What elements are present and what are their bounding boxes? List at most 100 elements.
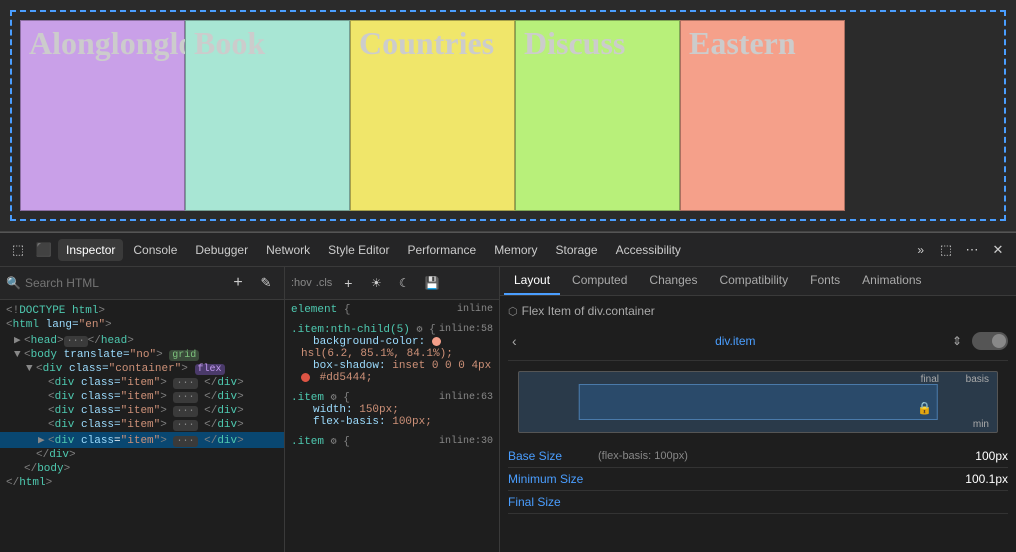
split-panel-icon[interactable]: ⬚ bbox=[934, 238, 958, 262]
more-tab-label: » bbox=[917, 243, 924, 257]
add-style-icon[interactable]: + bbox=[336, 271, 360, 295]
devtools-panel: ⬚ ⬛ Inspector Console Debugger Network S… bbox=[0, 232, 1016, 552]
tab-style-editor[interactable]: Style Editor bbox=[320, 239, 397, 261]
network-tab-label: Network bbox=[266, 243, 310, 257]
html-panel: 🔍 + ✎ <!DOCTYPE html> <html lang="en"> ▶… bbox=[0, 267, 285, 552]
tree-line-html-close[interactable]: </html> bbox=[0, 476, 284, 490]
tree-line-item4[interactable]: <div class="item"> ··· </div> bbox=[0, 418, 284, 432]
tree-line-html[interactable]: <html lang="en"> bbox=[0, 318, 284, 332]
tree-line-doctype[interactable]: <!DOCTYPE html> bbox=[0, 304, 284, 318]
tree-line-div-close[interactable]: </div> bbox=[0, 448, 284, 462]
base-size-label: Base Size bbox=[508, 449, 598, 463]
tree-line-item3[interactable]: <div class="item"> ··· </div> bbox=[0, 404, 284, 418]
final-size-row: Final Size bbox=[508, 491, 1008, 514]
styles-toolbar: :hov .cls + ☀ ☾ 💾 bbox=[285, 267, 499, 300]
box-model-area: final basis 🔒 min bbox=[518, 371, 998, 433]
tab-performance[interactable]: Performance bbox=[399, 239, 484, 261]
storage-tab-label: Storage bbox=[556, 243, 598, 257]
tab-accessibility[interactable]: Accessibility bbox=[608, 239, 689, 261]
pick-node-icon[interactable]: ✎ bbox=[254, 271, 278, 295]
tree-line-head[interactable]: ▶<head>···</head> bbox=[0, 332, 284, 348]
style-editor-tab-label: Style Editor bbox=[328, 243, 389, 257]
accessibility-tab-label: Accessibility bbox=[616, 243, 681, 257]
console-tab-label: Console bbox=[133, 243, 177, 257]
styles-panel: :hov .cls + ☀ ☾ 💾 element { inline .item… bbox=[285, 267, 500, 552]
tab-memory[interactable]: Memory bbox=[486, 239, 545, 261]
flex-item-e: Eastern bbox=[680, 20, 845, 211]
tab-computed[interactable]: Computed bbox=[562, 267, 637, 295]
debugger-tab-label: Debugger bbox=[195, 243, 248, 257]
flex-item-title: Flex Item of div.container bbox=[522, 304, 655, 318]
tree-line-item5[interactable]: ▶<div class="item"> ··· </div> bbox=[0, 432, 284, 448]
item-label-e: Eastern bbox=[681, 21, 844, 66]
toolbar-actions: ⬚ ⋯ ✕ bbox=[934, 238, 1010, 262]
overflow-icon[interactable]: ⋯ bbox=[960, 238, 984, 262]
item-label-d: Discuss bbox=[516, 21, 679, 66]
flex-item-section-header: ⬡ Flex Item of div.container bbox=[508, 304, 1008, 318]
min-size-label: Minimum Size bbox=[508, 472, 598, 486]
label-min: min bbox=[973, 419, 989, 430]
dark-theme-icon[interactable]: ☾ bbox=[392, 271, 416, 295]
nth-child-rule: .item:nth-child(5) ⚙ {inline:58 backgrou… bbox=[291, 324, 493, 384]
flex-item-d: Discuss bbox=[515, 20, 680, 211]
tree-line-container[interactable]: ▼<div class="container"> flex bbox=[0, 362, 284, 376]
pick-element-icon[interactable]: ⬚ bbox=[6, 238, 30, 262]
layout-tabs: Layout Computed Changes Compatibility Fo… bbox=[500, 267, 1016, 296]
prev-node-arrow[interactable]: ‹ bbox=[508, 333, 521, 349]
base-size-value: 100px bbox=[975, 449, 1008, 463]
memory-tab-label: Memory bbox=[494, 243, 537, 257]
lock-icon: 🔒 bbox=[917, 401, 932, 415]
performance-tab-label: Performance bbox=[407, 243, 476, 257]
panels-container: 🔍 + ✎ <!DOCTYPE html> <html lang="en"> ▶… bbox=[0, 267, 1016, 552]
flex-item-c: Countries bbox=[350, 20, 515, 211]
flex-container-preview: Alonglonglo Book Countries Discuss Easte… bbox=[10, 10, 1006, 221]
styles-content: element { inline .item:nth-child(5) ⚙ {i… bbox=[285, 300, 499, 552]
flex-item-toggle[interactable] bbox=[972, 332, 1008, 350]
tree-line-body-close[interactable]: </body> bbox=[0, 462, 284, 476]
tab-network[interactable]: Network bbox=[258, 239, 318, 261]
item-rule: .item ⚙ {inline:63 width: 150px; flex-ba… bbox=[291, 392, 493, 428]
add-node-icon[interactable]: + bbox=[226, 271, 250, 295]
node-label[interactable]: div.item bbox=[521, 334, 950, 348]
close-devtools-icon[interactable]: ✕ bbox=[986, 238, 1010, 262]
save-file-icon[interactable]: 💾 bbox=[420, 271, 444, 295]
tab-more[interactable]: » bbox=[909, 239, 932, 261]
tab-storage[interactable]: Storage bbox=[548, 239, 606, 261]
tab-changes[interactable]: Changes bbox=[639, 267, 707, 295]
light-theme-icon[interactable]: ☀ bbox=[364, 271, 388, 295]
tab-inspector[interactable]: Inspector bbox=[58, 239, 123, 261]
box-inner: 🔒 bbox=[579, 384, 938, 420]
tree-line-item1[interactable]: <div class="item"> ··· </div> bbox=[0, 376, 284, 390]
tree-line-body[interactable]: ▼<body translate="no"> grid bbox=[0, 348, 284, 362]
item-rule2: .item ⚙ {inline:30 bbox=[291, 436, 493, 448]
flex-item-b: Book bbox=[185, 20, 350, 211]
item-label-c: Countries bbox=[351, 21, 514, 66]
html-tree: <!DOCTYPE html> <html lang="en"> ▶<head>… bbox=[0, 300, 284, 552]
item-label-a: Alonglonglo bbox=[21, 21, 184, 66]
min-size-value: 100.1px bbox=[965, 472, 1008, 486]
box-model-visual: final basis 🔒 min bbox=[518, 371, 998, 433]
element-rule: element { inline bbox=[291, 304, 493, 316]
label-basis: basis bbox=[966, 374, 989, 385]
base-size-row: Base Size (flex-basis: 100px) 100px bbox=[508, 445, 1008, 468]
tab-animations[interactable]: Animations bbox=[852, 267, 931, 295]
devtools-toolbar: ⬚ ⬛ Inspector Console Debugger Network S… bbox=[0, 233, 1016, 267]
html-search-bar: 🔍 + ✎ bbox=[0, 267, 284, 300]
inspector-tab-label: Inspector bbox=[66, 243, 115, 257]
min-size-row: Minimum Size 100.1px bbox=[508, 468, 1008, 491]
inspector-icon[interactable]: ⬛ bbox=[32, 238, 56, 262]
item-label-b: Book bbox=[186, 21, 349, 66]
final-size-label: Final Size bbox=[508, 495, 598, 509]
search-icon: 🔍 bbox=[6, 276, 21, 290]
tab-console[interactable]: Console bbox=[125, 239, 185, 261]
tab-debugger[interactable]: Debugger bbox=[187, 239, 256, 261]
layout-panel: Layout Computed Changes Compatibility Fo… bbox=[500, 267, 1016, 552]
search-html-input[interactable] bbox=[25, 276, 222, 290]
tree-line-item2[interactable]: <div class="item"> ··· </div> bbox=[0, 390, 284, 404]
base-size-sublabel: (flex-basis: 100px) bbox=[598, 450, 975, 462]
preview-area: Alonglonglo Book Countries Discuss Easte… bbox=[0, 0, 1016, 232]
tab-compatibility[interactable]: Compatibility bbox=[709, 267, 798, 295]
tab-fonts[interactable]: Fonts bbox=[800, 267, 850, 295]
node-nav: ‹ div.item ⇕ bbox=[508, 328, 1008, 361]
tab-layout[interactable]: Layout bbox=[504, 267, 560, 295]
